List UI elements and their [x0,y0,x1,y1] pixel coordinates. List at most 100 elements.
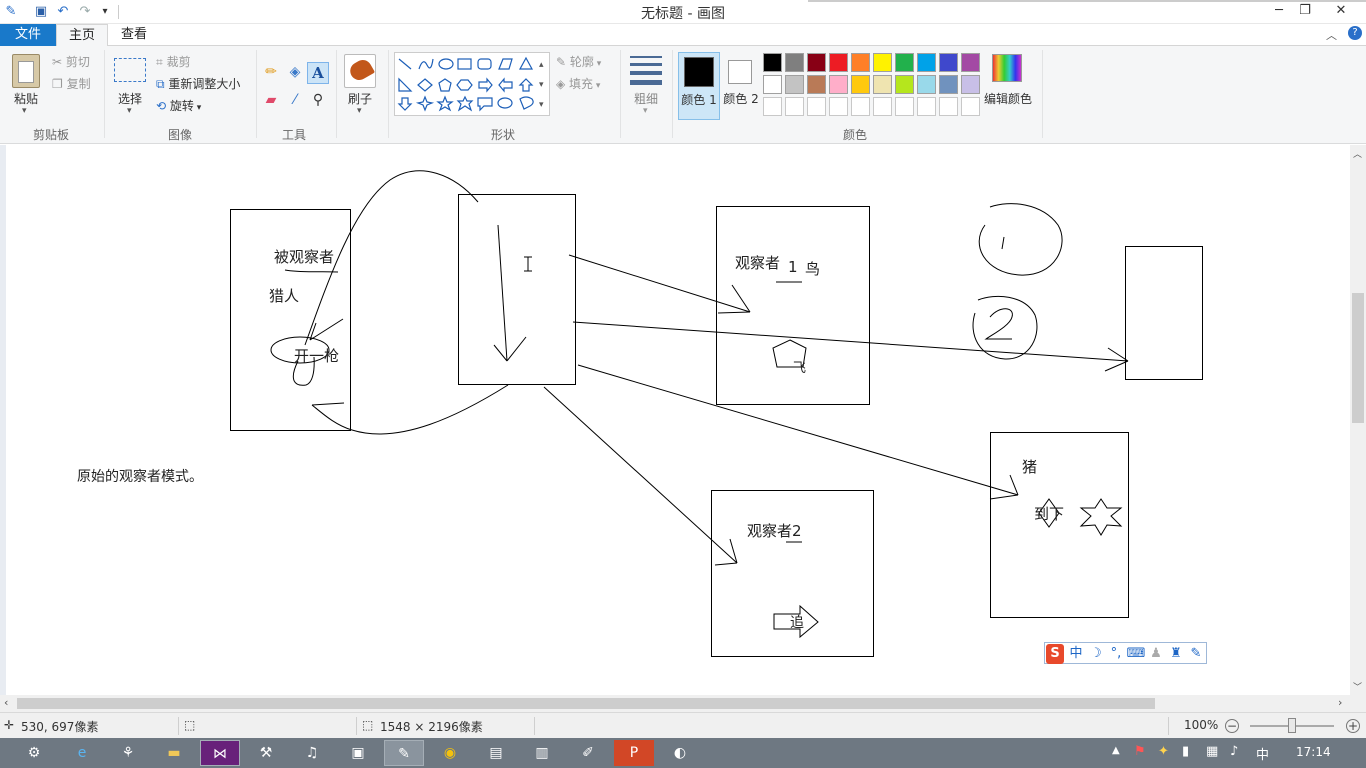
notepad-icon[interactable]: ▥ [522,740,562,766]
rotate-button[interactable]: ⟲ 旋转 ▾ [156,96,201,116]
tray-expand-icon[interactable]: ▲ [1112,745,1120,756]
color1-button[interactable]: 颜色 1 [678,52,720,120]
zoom-slider-thumb[interactable] [1288,718,1296,733]
fill-bucket-icon[interactable]: ◈ [286,64,304,82]
select-icon[interactable] [114,58,146,82]
tool-app-icon[interactable]: ⚒ [246,740,286,766]
zoom-out-icon[interactable]: − [1225,719,1239,733]
editor-icon[interactable]: ✐ [568,740,608,766]
palette-empty-swatch[interactable] [961,97,980,116]
customize-icon[interactable]: ▾ [96,3,114,21]
line-size-button[interactable]: 粗细 [626,90,666,107]
drawing-canvas[interactable]: 被观察者 猎人 开一枪 观察者 1 鸟 飞 观察者2 追 猪 到下 原始的观察者… [0,145,1350,695]
edit-colors-button[interactable]: 编辑颜色 [980,90,1036,107]
palette-empty-swatch[interactable] [917,97,936,116]
copy-button[interactable]: ❐ 复制 [52,74,91,94]
vertical-scroll-thumb[interactable] [1352,293,1364,423]
undo-icon[interactable]: ↶ [54,3,72,21]
ime-language-indicator[interactable]: 中 [1256,744,1269,763]
color-picker-icon[interactable]: ⁄ [286,92,304,110]
chrome-icon[interactable]: ◉ [430,740,470,766]
redo-icon[interactable]: ↷ [76,3,94,21]
palette-swatch[interactable] [829,53,848,72]
paste-button[interactable]: 粘贴 [6,90,46,107]
media-app-icon[interactable]: ♫ [292,740,332,766]
horizontal-scrollbar[interactable]: ‹ › [0,695,1350,712]
network-app-icon[interactable]: ⚘ [108,740,148,766]
palette-swatch[interactable] [785,53,804,72]
palette-swatch[interactable] [873,75,892,94]
paste-icon[interactable] [12,54,40,88]
magnifier-icon[interactable]: ⚲ [309,92,327,110]
scroll-down-icon[interactable]: ﹀ [1353,680,1362,693]
pencil-icon[interactable]: ✏ [262,64,280,82]
tab-file[interactable]: 文件 [0,24,56,46]
palette-empty-swatch[interactable] [873,97,892,116]
palette-empty-swatch[interactable] [939,97,958,116]
palette-empty-swatch[interactable] [829,97,848,116]
flag-icon[interactable]: ⚑ [1134,744,1146,759]
palette-swatch[interactable] [961,75,980,94]
paint-app-icon[interactable]: ✎ [2,3,20,21]
line-size-dropdown-icon[interactable]: ▾ [643,106,648,116]
edit-colors-icon[interactable] [992,54,1022,82]
palette-swatch[interactable] [851,75,870,94]
shapes-gallery-icons[interactable]: ▴ ▾ ▾ [395,53,551,117]
horizontal-scroll-thumb[interactable] [17,698,1155,709]
palette-swatch[interactable] [917,53,936,72]
tray-app-icon[interactable]: ✦ [1158,744,1169,759]
palette-swatch[interactable] [763,75,782,94]
visual-studio-icon[interactable]: ⋈ [200,740,240,766]
eraser-icon[interactable]: ▰ [262,92,280,110]
powerpoint-icon[interactable]: P [614,740,654,766]
resize-button[interactable]: ⧉ 重新调整大小 [156,74,240,94]
collapse-ribbon-icon[interactable]: ︿ [1326,27,1337,43]
brushes-button[interactable]: 刷子 [340,90,380,107]
palette-swatch[interactable] [807,53,826,72]
palette-swatch[interactable] [917,75,936,94]
scroll-left-icon[interactable]: ‹ [4,696,8,709]
brush-icon[interactable] [344,54,376,88]
user-icon[interactable]: ♟ [1146,644,1166,664]
ime-mode-button[interactable]: 中 [1066,644,1086,664]
palette-swatch[interactable] [807,75,826,94]
sogou-logo-icon[interactable]: S [1046,644,1064,664]
clock[interactable]: 17:14 [1296,745,1331,759]
close-button[interactable]: ✕ [1324,0,1358,22]
app-icon[interactable]: ◐ [660,740,700,766]
skin-icon[interactable]: ♜ [1166,644,1186,664]
palette-swatch[interactable] [939,53,958,72]
wrench-icon[interactable]: ✎ [1186,644,1206,664]
paste-dropdown-icon[interactable]: ▾ [22,106,27,116]
select-dropdown-icon[interactable]: ▾ [127,106,132,116]
color2-button[interactable]: 颜色 2 [722,52,760,120]
palette-empty-swatch[interactable] [895,97,914,116]
save-icon[interactable]: ▣ [32,3,50,21]
palette-swatch[interactable] [829,75,848,94]
tab-view[interactable]: 查看 [110,24,158,46]
paint-taskbar-icon[interactable]: ✎ [384,740,424,766]
ie-icon[interactable]: e [62,740,102,766]
outline-button[interactable]: ✎ 轮廓 ▾ [556,52,601,72]
start-icon[interactable]: ⚙ [16,740,52,766]
cut-button[interactable]: ✂ 剪切 [52,52,90,72]
moon-icon[interactable]: ☽ [1086,644,1106,664]
keyboard-icon[interactable]: ⌨ [1126,644,1146,664]
select-button[interactable]: 选择 [110,90,150,107]
palette-swatch[interactable] [939,75,958,94]
remote-desktop-icon[interactable]: ▣ [338,740,378,766]
network-icon[interactable]: ▦ [1206,744,1218,759]
tab-home[interactable]: 主页 [56,24,108,47]
restore-button[interactable]: ❐ [1288,0,1322,22]
folder-icon[interactable]: ▤ [476,740,516,766]
palette-empty-swatch[interactable] [763,97,782,116]
palette-swatch[interactable] [873,53,892,72]
line-size-icon[interactable] [630,56,662,90]
palette-empty-swatch[interactable] [851,97,870,116]
volume-icon[interactable]: ♪ [1230,744,1238,759]
crop-button[interactable]: ⌗ 裁剪 [156,52,191,72]
help-icon[interactable]: ? [1348,26,1362,40]
palette-swatch[interactable] [895,53,914,72]
fill-button[interactable]: ◈ 填充 ▾ [556,74,600,94]
vertical-scrollbar[interactable]: ︿ ﹀ [1350,145,1366,695]
